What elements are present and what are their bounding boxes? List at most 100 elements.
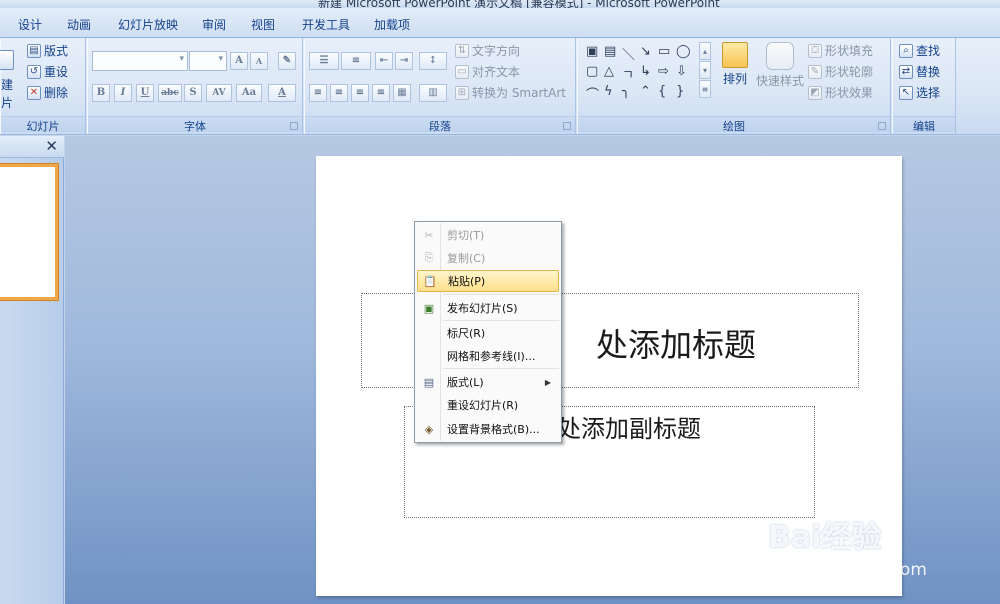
- rounded-rect-shape-icon[interactable]: ▢: [586, 64, 598, 79]
- character-spacing-button[interactable]: AV: [206, 84, 232, 102]
- tab-addins[interactable]: 加载项: [374, 16, 410, 33]
- menu-item-paste[interactable]: 📋 粘贴(P): [417, 270, 559, 292]
- text-shadow-button[interactable]: S: [184, 84, 202, 102]
- slide-thumbnail[interactable]: [0, 164, 58, 300]
- menu-label-ruler: 标尺(R): [447, 327, 486, 340]
- block-arrow-shape-icon[interactable]: ⇨: [658, 64, 669, 79]
- arrange-icon: [722, 42, 748, 68]
- paint-bucket-icon: ⛋: [808, 43, 822, 58]
- tab-design[interactable]: 设计: [18, 16, 42, 33]
- menu-item-publish-slides[interactable]: ▣ 发布幻灯片(S): [417, 297, 559, 319]
- textbox-shape-icon[interactable]: ▣: [586, 44, 598, 59]
- select-label: 选择: [916, 86, 941, 100]
- oval-shape-icon[interactable]: ◯: [676, 44, 691, 59]
- menu-item-reset-slide[interactable]: 重设幻灯片(R): [417, 394, 559, 416]
- shape-effects-button[interactable]: ◩ 形状效果: [808, 84, 873, 101]
- arrow-line-shape-icon[interactable]: ↘: [640, 44, 651, 59]
- tab-view[interactable]: 视图: [251, 16, 275, 33]
- shape-outline-button[interactable]: ✎ 形状轮廓: [808, 63, 873, 80]
- menu-item-grid-guides[interactable]: 网格和参考线(I)...: [417, 345, 559, 367]
- menu-label-layout: 版式(L): [447, 376, 484, 389]
- lightning-shape-icon[interactable]: ϟ: [604, 84, 613, 99]
- decrease-indent-button[interactable]: ⇤: [375, 52, 393, 70]
- right-brace-shape-icon[interactable]: }: [676, 84, 684, 99]
- new-slide-icon[interactable]: [0, 50, 14, 70]
- vertical-textbox-shape-icon[interactable]: ▤: [604, 44, 616, 59]
- shapes-scroll-up[interactable]: ▴: [699, 42, 711, 60]
- menu-item-layout[interactable]: ▤ 版式(L) ▶: [417, 371, 559, 393]
- convert-smartart-button[interactable]: ⊞ 转换为 SmartArt: [455, 84, 566, 101]
- arc-shape-icon[interactable]: ⌃: [640, 84, 651, 99]
- text-direction-button[interactable]: ⇅ 文字方向: [455, 42, 520, 59]
- new-slide-dropdown[interactable]: 片: [1, 94, 13, 111]
- shapes-gallery[interactable]: ▣ ▤ ＼ ↘ ▭ ◯ ▢ △ ㄱ ↳ ⇨ ⇩ ⌒ ϟ ╮ ⌃ { }: [584, 42, 712, 104]
- font-size-combo[interactable]: [189, 51, 227, 71]
- line-shape-icon[interactable]: ＼: [622, 44, 635, 63]
- grow-font-button[interactable]: A: [230, 52, 248, 70]
- strikethrough-button[interactable]: abc: [158, 84, 182, 102]
- menu-item-cut[interactable]: ✂ 剪切(T): [417, 224, 559, 246]
- tab-review[interactable]: 审阅: [202, 16, 226, 33]
- close-icon[interactable]: ✕: [45, 137, 58, 155]
- elbow-arrow-icon[interactable]: ↳: [640, 64, 651, 79]
- bullets-button[interactable]: ☰: [309, 52, 339, 70]
- slides-pane: ✕: [0, 136, 64, 604]
- freeform-shape-icon[interactable]: ⌒: [586, 84, 599, 103]
- new-slide-button[interactable]: 建: [1, 76, 13, 93]
- align-right-button[interactable]: ≡: [351, 84, 369, 102]
- pen-icon: ✎: [808, 64, 822, 79]
- shapes-scroll-down[interactable]: ▾: [699, 61, 711, 79]
- increase-indent-button[interactable]: ⇥: [395, 52, 413, 70]
- align-center-button[interactable]: ≡: [330, 84, 348, 102]
- group-slides: 建 片 ▤ 版式 ↺ 重设 ✕ 删除 幻灯片: [0, 38, 86, 134]
- underline-button[interactable]: U: [136, 84, 154, 102]
- layout-button[interactable]: ▤ 版式: [27, 42, 68, 59]
- watermark-url: jingyan.baidu.com: [770, 560, 927, 580]
- find-label: 查找: [916, 44, 941, 58]
- rectangle-shape-icon[interactable]: ▭: [658, 44, 670, 59]
- font-color-button[interactable]: A: [268, 84, 296, 102]
- bold-button[interactable]: B: [92, 84, 110, 102]
- drawing-dialog-launcher[interactable]: [878, 122, 886, 130]
- window-title: 新建 Microsoft PowerPoint 演示文稿 [兼容模式] - Mi…: [318, 0, 720, 8]
- quick-styles-button[interactable]: 快速样式: [756, 42, 804, 89]
- elbow-connector-icon[interactable]: ㄱ: [622, 64, 634, 83]
- select-button[interactable]: ↖ 选择: [899, 84, 940, 101]
- distributed-button[interactable]: ▦: [393, 84, 411, 102]
- shrink-font-button[interactable]: A: [250, 52, 268, 70]
- reset-slide-button[interactable]: ↺ 重设: [27, 63, 68, 80]
- shape-fill-button[interactable]: ⛋ 形状填充: [808, 42, 873, 59]
- tab-developer[interactable]: 开发工具: [302, 16, 350, 33]
- columns-button[interactable]: ▥: [419, 84, 447, 102]
- title-placeholder-text: 处添加标题: [596, 326, 757, 364]
- arrange-button[interactable]: 排列: [722, 42, 748, 87]
- numbering-button[interactable]: ≡: [341, 52, 371, 70]
- find-button[interactable]: ⌕ 查找: [899, 42, 940, 59]
- ribbon-tab-row: 设计 动画 幻灯片放映 审阅 视图 开发工具 加载项: [0, 8, 1000, 38]
- justify-button[interactable]: ≡: [372, 84, 390, 102]
- menu-item-format-background[interactable]: ◈ 设置背景格式(B)...: [417, 418, 559, 440]
- align-left-button[interactable]: ≡: [309, 84, 327, 102]
- change-case-button[interactable]: Aa: [236, 84, 262, 102]
- font-dialog-launcher[interactable]: [290, 122, 298, 130]
- menu-item-ruler[interactable]: 标尺(R): [417, 322, 559, 344]
- font-name-combo[interactable]: [92, 51, 188, 71]
- replace-icon: ⇄: [899, 64, 913, 79]
- triangle-shape-icon[interactable]: △: [604, 64, 614, 79]
- shapes-more[interactable]: ≡: [699, 80, 711, 98]
- curve-shape-icon[interactable]: ╮: [622, 84, 630, 99]
- align-text-button[interactable]: ▭ 对齐文本: [455, 63, 520, 80]
- menu-item-copy[interactable]: ⎘ 复制(C): [417, 247, 559, 269]
- line-spacing-button[interactable]: ↕: [419, 52, 447, 70]
- left-brace-shape-icon[interactable]: {: [658, 84, 666, 99]
- down-arrow-shape-icon[interactable]: ⇩: [676, 64, 687, 79]
- shape-outline-label: 形状轮廓: [825, 65, 874, 79]
- italic-button[interactable]: I: [114, 84, 132, 102]
- delete-slide-button[interactable]: ✕ 删除: [27, 84, 68, 101]
- tab-slideshow[interactable]: 幻灯片放映: [118, 16, 178, 33]
- tab-animations[interactable]: 动画: [67, 16, 91, 33]
- replace-button[interactable]: ⇄ 替换: [899, 63, 940, 80]
- paragraph-dialog-launcher[interactable]: [563, 122, 571, 130]
- clear-format-button[interactable]: ✎: [278, 52, 296, 70]
- group-label-font: 字体: [88, 116, 302, 133]
